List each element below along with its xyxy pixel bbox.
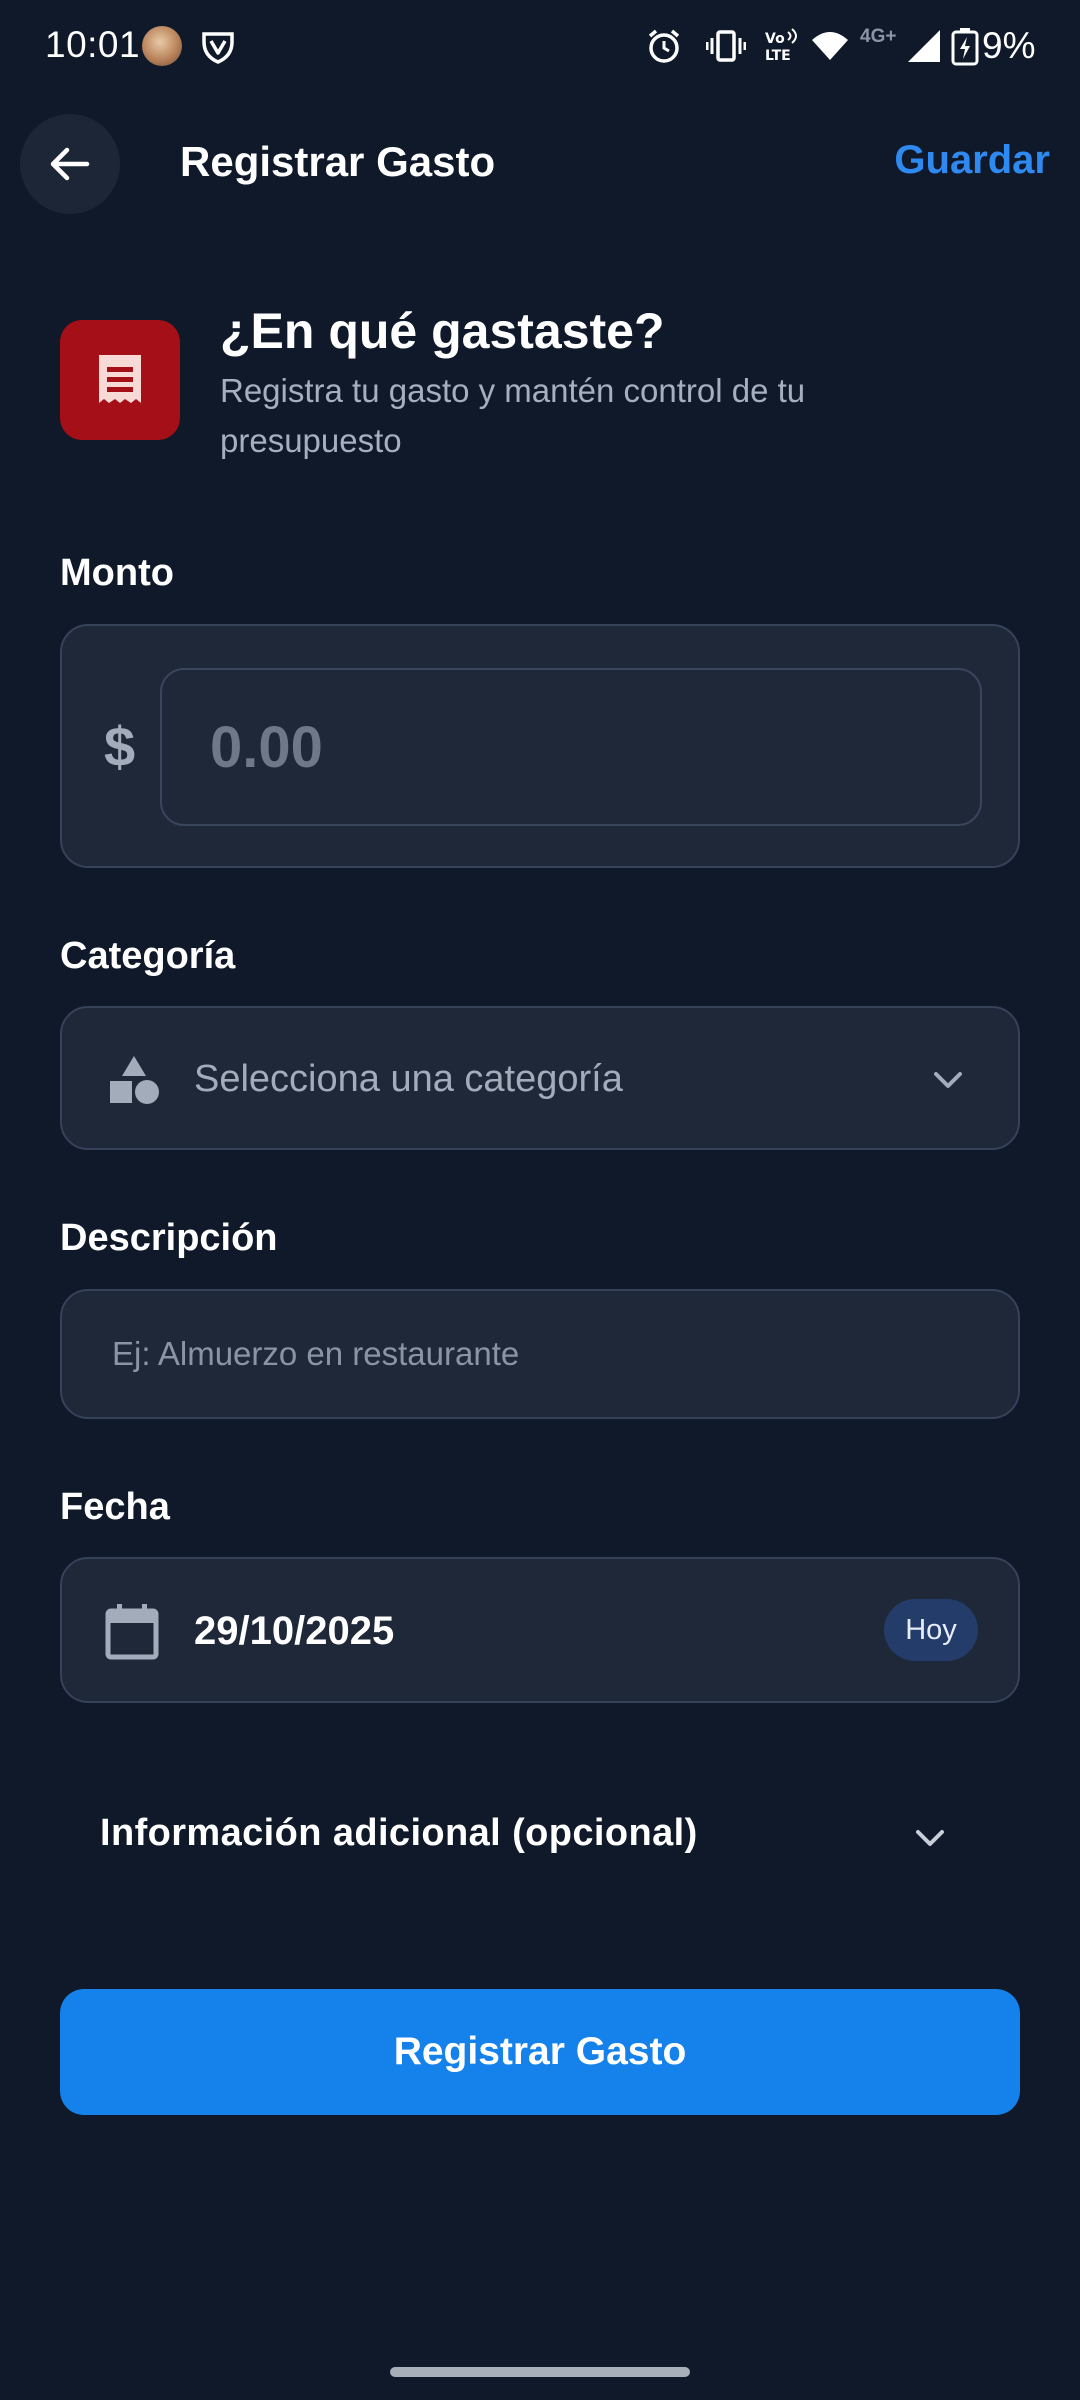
arrow-left-icon [50,147,90,181]
description-field-box [60,1289,1020,1419]
wifi-icon [812,32,848,60]
category-dropdown[interactable]: Selecciona una categoría [60,1006,1020,1150]
status-time: 10:01 [45,24,141,65]
status-avatar [142,26,182,66]
chevron-down-icon [916,1830,944,1846]
save-button[interactable]: Guardar [894,138,1050,183]
home-indicator[interactable] [390,2367,690,2377]
vpn-shield-icon [202,32,234,64]
volte-icon: Vo LTE [765,28,797,64]
header-title: ¿En qué gastaste? [220,303,665,359]
battery-percent: 9% [982,25,1036,66]
signal-icon [908,30,940,62]
back-button[interactable] [20,114,120,214]
date-value: 29/10/2025 [194,1609,395,1653]
amount-card: $ [60,624,1020,868]
header-subtitle: Registra tu gasto y mantén control de tu… [220,372,806,459]
date-picker[interactable]: 29/10/2025 Hoy [60,1557,1020,1703]
svg-text:Vo: Vo [765,31,785,47]
status-bar: 10:01 Vo LTE 4G+ 9% [0,0,1080,96]
description-input[interactable] [62,1291,1018,1417]
calendar-icon [105,1604,159,1660]
network-type: 4G+ [860,26,897,47]
svg-text:LTE: LTE [765,48,791,64]
category-shapes-icon [110,1056,159,1104]
register-expense-button[interactable]: Registrar Gasto [60,1989,1020,2115]
expense-form-screen: 10:01 Vo LTE 4G+ 9% Registrar Gasto Guar… [0,0,1080,2400]
today-badge[interactable]: Hoy [884,1599,978,1661]
alarm-icon [648,29,680,63]
vibrate-icon [706,30,746,62]
description-label: Descripción [60,1217,278,1259]
header-icon-tile [60,320,180,440]
additional-info-label: Información adicional (opcional) [100,1812,698,1854]
receipt-icon [99,355,141,403]
currency-symbol: $ [104,715,136,778]
category-label: Categoría [60,935,236,977]
additional-info-toggle[interactable]: Información adicional (opcional) [60,1800,1020,1880]
battery-charging-icon [951,28,979,66]
amount-input[interactable] [160,668,982,826]
chevron-down-icon [934,1072,962,1088]
category-placeholder: Selecciona una categoría [194,1058,623,1100]
date-label: Fecha [60,1486,170,1528]
page-title: Registrar Gasto [180,138,496,185]
amount-label: Monto [60,552,174,594]
